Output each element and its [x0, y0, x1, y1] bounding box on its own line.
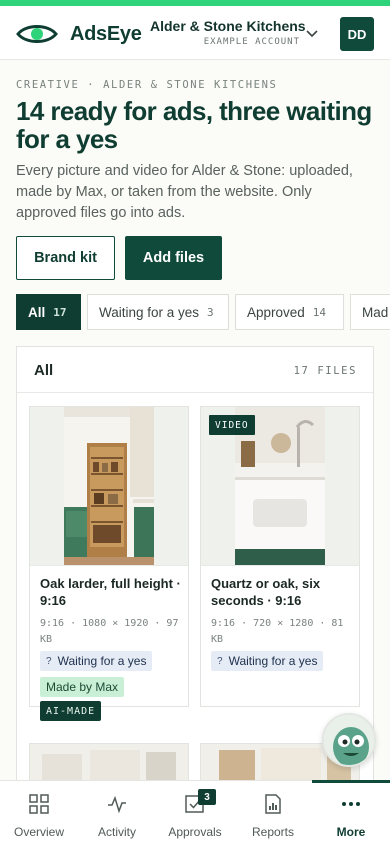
tab-count: 3: [207, 305, 214, 319]
page-eyebrow: CREATIVE · ALDER & STONE KITCHENS: [16, 79, 278, 91]
nav-overview[interactable]: Overview: [0, 781, 78, 844]
user-avatar[interactable]: DD: [340, 17, 374, 51]
question-icon: ?: [46, 655, 52, 667]
tab-label: Waiting for a yes: [99, 304, 200, 320]
tab-count: 14: [312, 305, 327, 319]
status-badge: ? Waiting for a yes: [40, 651, 153, 671]
chevron-down-icon[interactable]: [306, 30, 318, 38]
kitchen-larder-image: [30, 407, 188, 566]
files-panel: All 17 FILES Oak larder, full height · 9…: [16, 346, 374, 844]
nav-reports[interactable]: Reports: [234, 781, 312, 844]
card-meta: 9:16 · 720 × 1280 · 81 KB: [211, 618, 344, 645]
report-icon: [262, 793, 284, 815]
panel-title: All: [34, 362, 54, 379]
tab-label: Mad: [362, 304, 389, 320]
card-meta: 9:16 · 1080 × 1920 · 97 KB: [40, 618, 179, 645]
nav-activity[interactable]: Activity: [78, 781, 156, 844]
more-dots-icon: [340, 793, 362, 815]
account-name: Alder & Stone Kitchens: [150, 18, 306, 34]
nav-label: Approvals: [168, 825, 222, 839]
nav-label: Activity: [97, 825, 136, 839]
brand-kit-button[interactable]: Brand kit: [16, 236, 115, 280]
tab-count: 17: [53, 305, 67, 319]
quartz-countertop-video: VIDEO: [201, 407, 359, 566]
panel-header: All 17 FILES: [17, 347, 373, 393]
status-badge: ? Waiting for a yes: [211, 651, 324, 671]
ai-made-badge: AI-MADE: [40, 701, 102, 721]
nav-more[interactable]: More: [312, 781, 390, 844]
activity-icon: [106, 793, 128, 815]
status-label: Waiting for a yes: [57, 654, 147, 668]
nav-approvals[interactable]: Approvals: [156, 781, 234, 844]
bottom-nav: Overview Activity Approvals 3 Reports Mo…: [0, 780, 390, 844]
max-assistant-avatar[interactable]: [322, 713, 376, 767]
tab-label: Approved: [247, 304, 305, 320]
account-subtitle: EXAMPLE ACCOUNT: [203, 37, 300, 47]
approvals-count-badge: 3: [198, 789, 216, 805]
source-badge: Made by Max: [40, 677, 125, 697]
app-name: AdsEye: [70, 22, 142, 45]
grid-icon: [28, 793, 50, 815]
tab-label: All: [28, 304, 46, 320]
filter-tabs: All 17 Waiting for a yes 3 Approved 14 M…: [16, 294, 390, 330]
nav-label: More: [336, 825, 366, 839]
card-title: Quartz or oak, six seconds · 9:16: [211, 576, 321, 608]
app-header: AdsEye Alder & Stone Kitchens EXAMPLE AC…: [0, 6, 390, 60]
tab-approved[interactable]: Approved 14: [235, 294, 344, 330]
add-files-button[interactable]: Add files: [125, 236, 222, 280]
account-switcher[interactable]: Alder & Stone Kitchens EXAMPLE ACCOUNT: [150, 18, 306, 47]
page-description: Every picture and video for Alder & Ston…: [16, 163, 353, 221]
nav-label: Overview: [13, 825, 64, 839]
page-title: 14 ready for ads, three waiting for a ye…: [16, 96, 372, 154]
tab-made[interactable]: Mad: [350, 294, 390, 330]
tab-waiting[interactable]: Waiting for a yes 3: [87, 294, 229, 330]
app-logo[interactable]: AdsEye: [16, 22, 142, 46]
video-tag: VIDEO: [209, 415, 255, 435]
tab-all[interactable]: All 17: [16, 294, 81, 330]
file-count: 17 FILES: [293, 365, 357, 377]
file-card[interactable]: Oak larder, full height · 9:16 9:16 · 10…: [29, 406, 189, 721]
card-title: Oak larder, full height · 9:16: [40, 576, 181, 608]
question-icon: ?: [217, 655, 223, 667]
status-label: Waiting for a yes: [228, 654, 318, 668]
nav-label: Reports: [251, 825, 295, 839]
file-card[interactable]: VIDEO Quartz or oak, six seconds · 9:16 …: [200, 406, 360, 707]
eye-logo-icon: [16, 22, 58, 46]
